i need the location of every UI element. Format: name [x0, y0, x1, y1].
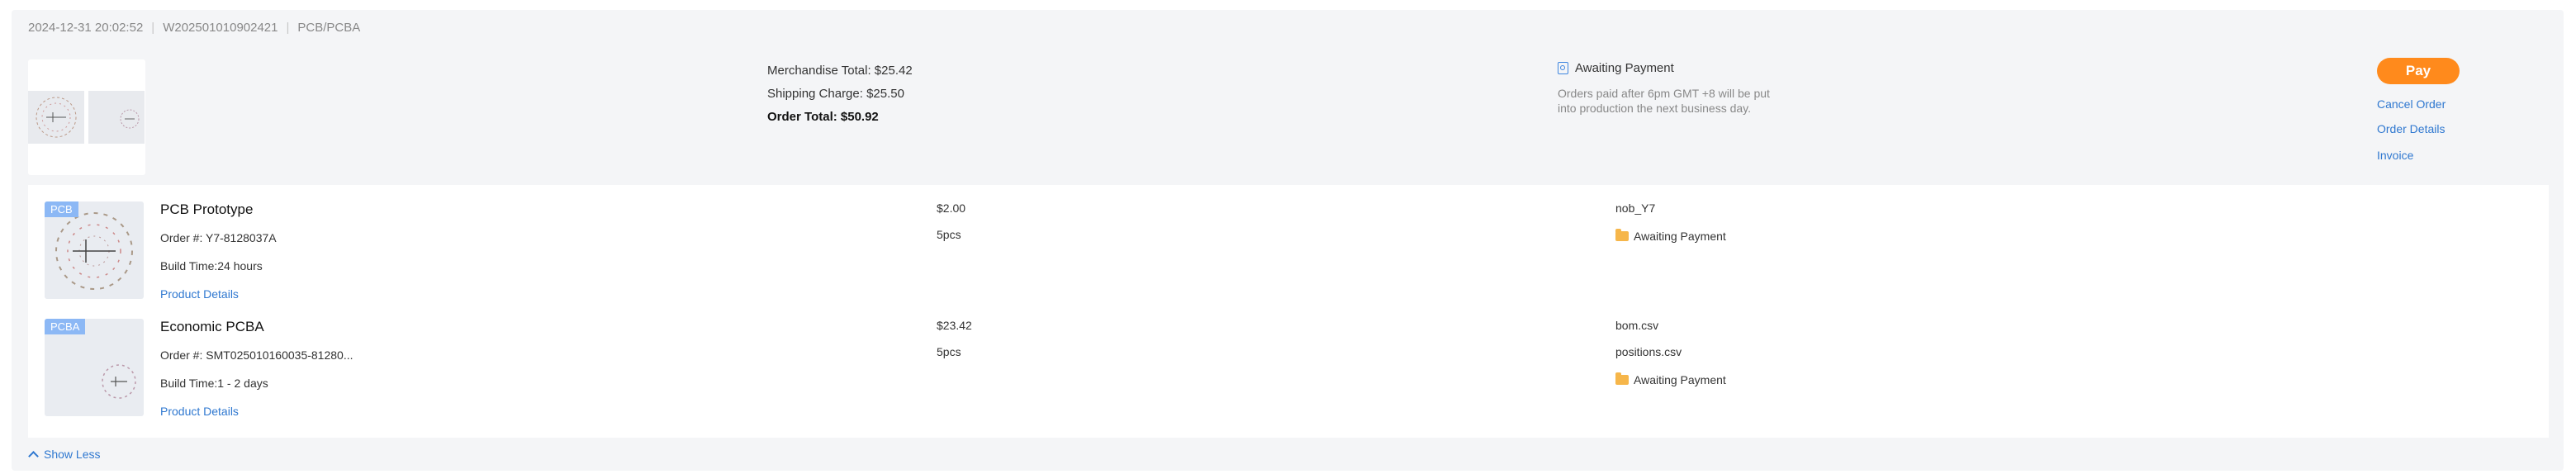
order-total: Order Total: $50.92 [767, 110, 879, 124]
order-status: Awaiting Payment [1558, 61, 1674, 75]
product-name: Economic PCBA [160, 319, 264, 334]
product-name: PCB Prototype [160, 201, 254, 217]
order-card: 2024-12-31 20:02:52 | W202501010902421 |… [12, 10, 2564, 471]
show-less-label: Show Less [44, 448, 101, 461]
product-build-time: Build Time:24 hours [160, 259, 263, 273]
thumbnail-pcb [28, 91, 84, 144]
chevron-up-icon [28, 450, 39, 462]
payment-document-icon [1558, 62, 1568, 74]
product-details-link[interactable]: Product Details [160, 405, 239, 418]
order-details-link[interactable]: Order Details [2377, 122, 2445, 135]
product-order-number: Order #: Y7-8128037A [160, 231, 277, 244]
product-price: $23.42 [937, 319, 972, 332]
product-status: Awaiting Payment [1615, 372, 1726, 386]
product-quantity: 5pcs [937, 228, 961, 241]
bom-file[interactable]: bom.csv [1615, 319, 1658, 332]
order-meta: 2024-12-31 20:02:52 | W202501010902421 |… [28, 21, 360, 35]
list-item: PCB PCB Prototype Order #: Y7-8128037A B… [28, 185, 2549, 301]
order-date: 2024-12-31 20:02:52 [28, 21, 144, 35]
thumbnail-pcba [88, 91, 145, 144]
shipping-charge: Shipping Charge: $25.50 [767, 87, 904, 101]
product-status: Awaiting Payment [1615, 229, 1726, 243]
product-build-time: Build Time:1 - 2 days [160, 377, 268, 390]
folder-icon [1615, 372, 1629, 385]
product-badge: PCB [45, 201, 78, 217]
product-image[interactable]: PCB [45, 201, 144, 299]
product-order-number: Order #: SMT025010160035-81280... [160, 348, 353, 362]
product-details-link[interactable]: Product Details [160, 287, 239, 301]
meta-separator: | [151, 21, 155, 35]
product-status-label: Awaiting Payment [1634, 230, 1726, 243]
folder-icon [1615, 229, 1629, 241]
bom-file-name: bom.csv [1615, 319, 1659, 332]
product-badge: PCBA [45, 319, 86, 334]
order-items: PCB PCB Prototype Order #: Y7-8128037A B… [28, 185, 2549, 438]
merchandise-total: Merchandise Total: $25.42 [767, 64, 913, 78]
positions-file-name: positions.csv [1615, 345, 1682, 358]
list-item: PCBA Economic PCBA Order #: SMT025010160… [28, 302, 2549, 418]
order-status-label: Awaiting Payment [1575, 61, 1674, 75]
meta-separator: | [286, 21, 290, 35]
product-file-name: nob_Y7 [1615, 201, 1656, 215]
invoice-link[interactable]: Invoice [2377, 149, 2413, 162]
product-price: $2.00 [937, 201, 966, 215]
order-totals: Merchandise Total: $25.42 Shipping Charg… [767, 59, 913, 129]
product-image[interactable]: PCBA [45, 319, 144, 416]
order-number: W202501010902421 [163, 21, 278, 35]
product-quantity: 5pcs [937, 345, 961, 358]
order-thumbnails[interactable] [28, 59, 145, 175]
product-file[interactable]: nob_Y7 [1615, 201, 1655, 215]
order-category: PCB/PCBA [297, 21, 361, 35]
product-status-label: Awaiting Payment [1634, 373, 1726, 386]
cancel-order-link[interactable]: Cancel Order [2377, 97, 2446, 111]
positions-file[interactable]: positions.csv [1615, 345, 1682, 358]
production-note: Orders paid after 6pm GMT +8 will be put… [1558, 87, 1770, 115]
pay-button[interactable]: Pay [2377, 58, 2460, 84]
show-less-toggle[interactable]: Show Less [28, 448, 101, 462]
